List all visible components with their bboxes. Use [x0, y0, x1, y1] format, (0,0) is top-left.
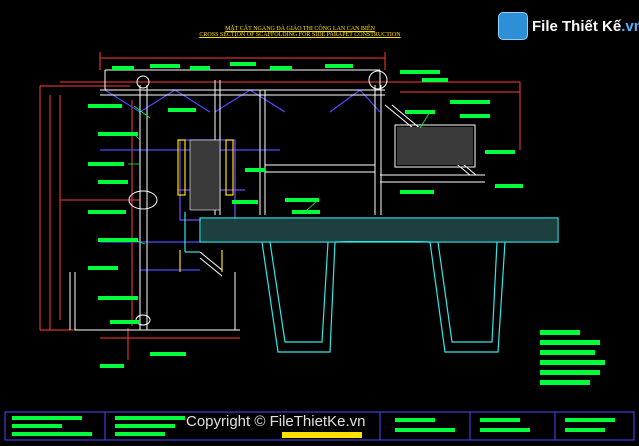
dimension-label-mark	[98, 132, 138, 136]
scaffold-cross-section-drawing	[4, 52, 635, 441]
dimension-label-mark	[245, 168, 265, 172]
dimension-label-mark	[98, 238, 138, 242]
legend-note-mark	[540, 380, 590, 385]
site-logo: File Thiết Kế.vn	[498, 12, 639, 40]
title-block-cell-mark	[395, 428, 455, 432]
dimension-label-mark	[98, 296, 138, 300]
dimension-label-mark	[100, 364, 124, 368]
legend-note-mark	[540, 350, 595, 355]
dimension-label-mark	[285, 198, 319, 202]
dimension-label-mark	[112, 66, 134, 70]
title-block-cell-mark	[565, 418, 615, 422]
dimension-label-mark	[150, 352, 186, 356]
dimension-label-mark	[405, 110, 435, 114]
beam-fill	[397, 127, 473, 165]
legend-note-mark	[540, 360, 605, 365]
title-block-cell-mark	[115, 416, 185, 420]
logo-suffix: .vn	[621, 18, 639, 35]
dimension-label-mark	[460, 114, 490, 118]
title-block-cell-mark	[115, 424, 175, 428]
copyright-watermark: Copyright © FileThietKe.vn	[186, 413, 366, 430]
drawing-title-english: CROSS SECTION OF SCAFFOLDING FOR SIDE PA…	[199, 32, 401, 38]
legend-note-mark	[540, 330, 580, 335]
dimension-label-mark	[168, 108, 196, 112]
logo-name: File Thiết Kế	[532, 18, 622, 35]
cad-drawing-canvas: MẶT CẮT NGANG ĐÀ GIÁO THI CÔNG LAN CAN B…	[0, 0, 639, 446]
dimension-label-mark	[98, 180, 128, 184]
leader-line	[419, 111, 431, 129]
dimension-label-mark	[110, 320, 140, 324]
dimension-label-mark	[495, 184, 523, 188]
dimension-labels	[88, 62, 523, 368]
legend-note-mark	[540, 340, 600, 345]
deck-hatch	[201, 219, 557, 241]
dimension-label-mark	[190, 66, 210, 70]
dimension-label-mark	[232, 200, 258, 204]
title-block-cell-mark	[12, 424, 62, 428]
dimension-label-mark	[150, 64, 180, 68]
legend-note-mark	[540, 370, 600, 375]
title-block-highlight	[282, 432, 362, 438]
title-block-cell-mark	[12, 432, 92, 436]
dimension-label-mark	[88, 104, 122, 108]
dimension-label-mark	[88, 162, 124, 166]
logo-badge-icon	[498, 12, 528, 40]
title-block-cell-mark	[395, 418, 435, 422]
title-block-cell-mark	[480, 418, 520, 422]
dimension-label-mark	[400, 190, 434, 194]
dimension-label-mark	[88, 210, 126, 214]
legend-notes	[540, 330, 605, 385]
dimension-label-mark	[270, 66, 292, 70]
title-block-cell-mark	[565, 428, 605, 432]
dimension-label-mark	[450, 100, 490, 104]
pipe-clamps	[128, 70, 388, 326]
title-block-cell-mark	[115, 432, 165, 436]
dimension-label-mark	[422, 78, 448, 82]
dimension-label-mark	[230, 62, 256, 66]
dimension-label-mark	[325, 64, 353, 68]
title-block-cell-mark	[12, 416, 82, 420]
dimension-label-mark	[485, 150, 515, 154]
dimension-label-mark	[400, 70, 440, 74]
parapet-fill	[189, 139, 221, 211]
title-block-cell-mark	[480, 428, 530, 432]
dimension-label-mark	[88, 266, 118, 270]
